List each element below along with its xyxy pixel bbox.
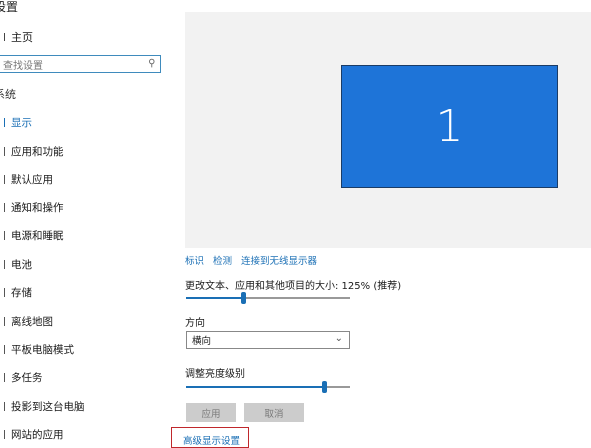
sidebar-item-battery[interactable]: 电池 xyxy=(0,255,32,273)
detect-link[interactable]: 检测 xyxy=(213,253,232,267)
sidebar-item-label: 网站的应用 xyxy=(11,428,64,441)
display-icon xyxy=(0,117,5,127)
map-icon xyxy=(0,316,5,326)
identify-link[interactable]: 标识 xyxy=(185,253,204,267)
storage-icon xyxy=(0,287,5,297)
sidebar-item-label: 存储 xyxy=(11,286,32,299)
monitor-1[interactable]: 1 xyxy=(341,65,558,188)
sidebar-item-label: 多任务 xyxy=(11,371,43,384)
sidebar-item-label: 应用和功能 xyxy=(11,145,64,158)
brightness-slider[interactable] xyxy=(186,381,350,393)
connect-wireless-display-link[interactable]: 连接到无线显示器 xyxy=(241,253,317,267)
sidebar-item-multitasking[interactable]: 多任务 xyxy=(0,368,43,386)
sidebar-item-label: 电源和睡眠 xyxy=(11,229,64,242)
scale-label: 更改文本、应用和其他项目的大小: 125% (推荐) xyxy=(185,281,402,292)
tablet-icon xyxy=(0,344,5,354)
slider-fill xyxy=(186,386,324,388)
apps-icon xyxy=(0,146,5,156)
sidebar-item-label: 平板电脑模式 xyxy=(11,343,74,356)
sidebar-item-project-to-pc[interactable]: 投影到这台电脑 xyxy=(0,397,85,415)
sidebar-item-label: 默认应用 xyxy=(11,173,53,186)
notifications-icon xyxy=(0,202,5,212)
sidebar-item-display[interactable]: 显示 xyxy=(0,113,32,131)
display-links: 标识 检测 连接到无线显示器 xyxy=(185,253,317,267)
default-apps-icon xyxy=(0,174,5,184)
power-icon xyxy=(0,230,5,240)
sidebar-item-offline-maps[interactable]: 离线地图 xyxy=(0,312,53,330)
sidebar-item-label: 投影到这台电脑 xyxy=(11,400,85,413)
scale-slider[interactable] xyxy=(186,292,350,304)
sidebar-item-label: 电池 xyxy=(11,258,32,271)
orientation-label: 方向 xyxy=(185,318,205,329)
monitor-number: 1 xyxy=(435,101,464,152)
display-arrangement-area: 1 xyxy=(185,12,591,248)
orientation-value: 横向 xyxy=(192,336,212,347)
sidebar-item-label: 离线地图 xyxy=(11,315,53,328)
chevron-down-icon: ⌄ xyxy=(334,333,343,344)
brightness-label: 调整亮度级别 xyxy=(185,369,245,380)
sidebar-item-label: 通知和操作 xyxy=(11,201,64,214)
advanced-display-settings-link[interactable]: 高级显示设置 xyxy=(183,433,240,447)
section-title-system: 系统 xyxy=(0,88,16,101)
search-input[interactable]: 查找设置 ⚲ xyxy=(0,55,161,73)
search-icon[interactable]: ⚲ xyxy=(148,58,155,69)
sidebar: 设置 主页 查找设置 ⚲ 系统 显示 应用和功能 默认应用 通知和操作 电源和睡… xyxy=(0,0,175,448)
cancel-button[interactable]: 取消 xyxy=(244,403,304,422)
sidebar-item-default-apps[interactable]: 默认应用 xyxy=(0,170,53,188)
multitasking-icon xyxy=(0,372,5,382)
orientation-select[interactable]: 横向 ⌄ xyxy=(186,331,350,349)
sidebar-item-tablet-mode[interactable]: 平板电脑模式 xyxy=(0,340,74,358)
battery-icon xyxy=(0,259,5,269)
sidebar-item-notifications[interactable]: 通知和操作 xyxy=(0,198,64,216)
slider-thumb[interactable] xyxy=(241,292,246,304)
slider-thumb[interactable] xyxy=(322,381,327,393)
home-label: 主页 xyxy=(11,31,33,44)
window-title: 设置 xyxy=(0,0,19,14)
slider-fill xyxy=(186,297,243,299)
home-nav-item[interactable]: 主页 xyxy=(0,28,33,46)
search-placeholder: 查找设置 xyxy=(3,60,43,72)
sidebar-item-power-sleep[interactable]: 电源和睡眠 xyxy=(0,226,64,244)
home-icon xyxy=(0,33,5,41)
project-icon xyxy=(0,401,5,411)
sidebar-item-apps-for-websites[interactable]: 网站的应用 xyxy=(0,425,64,443)
website-apps-icon xyxy=(0,429,5,439)
apply-button[interactable]: 应用 xyxy=(186,403,236,422)
sidebar-item-label: 显示 xyxy=(11,116,32,129)
sidebar-item-apps-features[interactable]: 应用和功能 xyxy=(0,142,64,160)
sidebar-item-storage[interactable]: 存储 xyxy=(0,283,32,301)
